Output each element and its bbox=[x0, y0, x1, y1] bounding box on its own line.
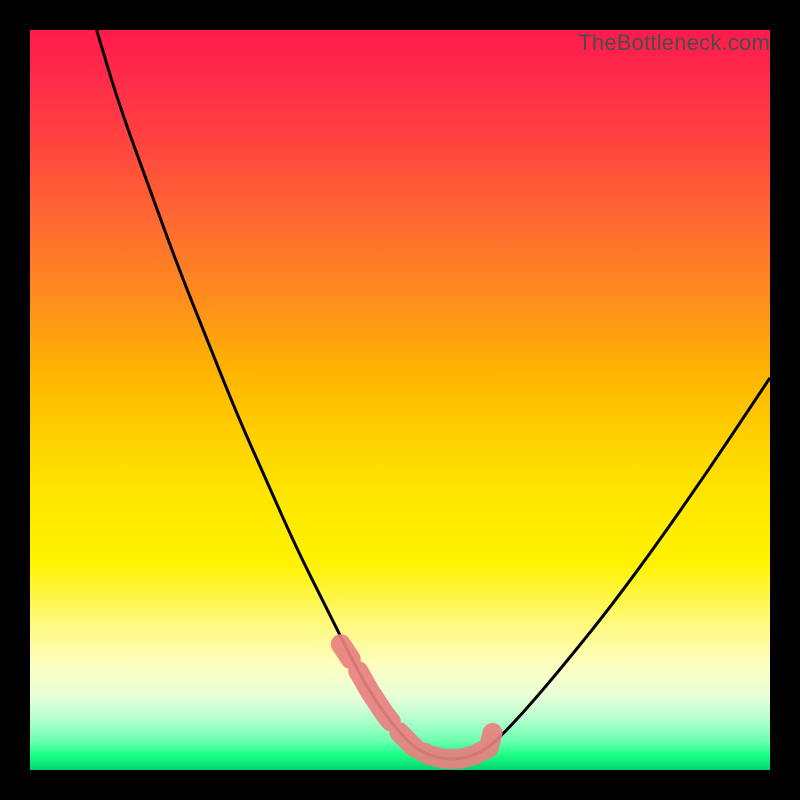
plot-area bbox=[30, 30, 770, 770]
curve-layer bbox=[30, 30, 770, 770]
watermark-text: TheBottleneck.com bbox=[578, 30, 770, 56]
highlight-band bbox=[341, 644, 493, 759]
bottleneck-curve bbox=[97, 30, 770, 759]
chart-frame: TheBottleneck.com bbox=[0, 0, 800, 800]
